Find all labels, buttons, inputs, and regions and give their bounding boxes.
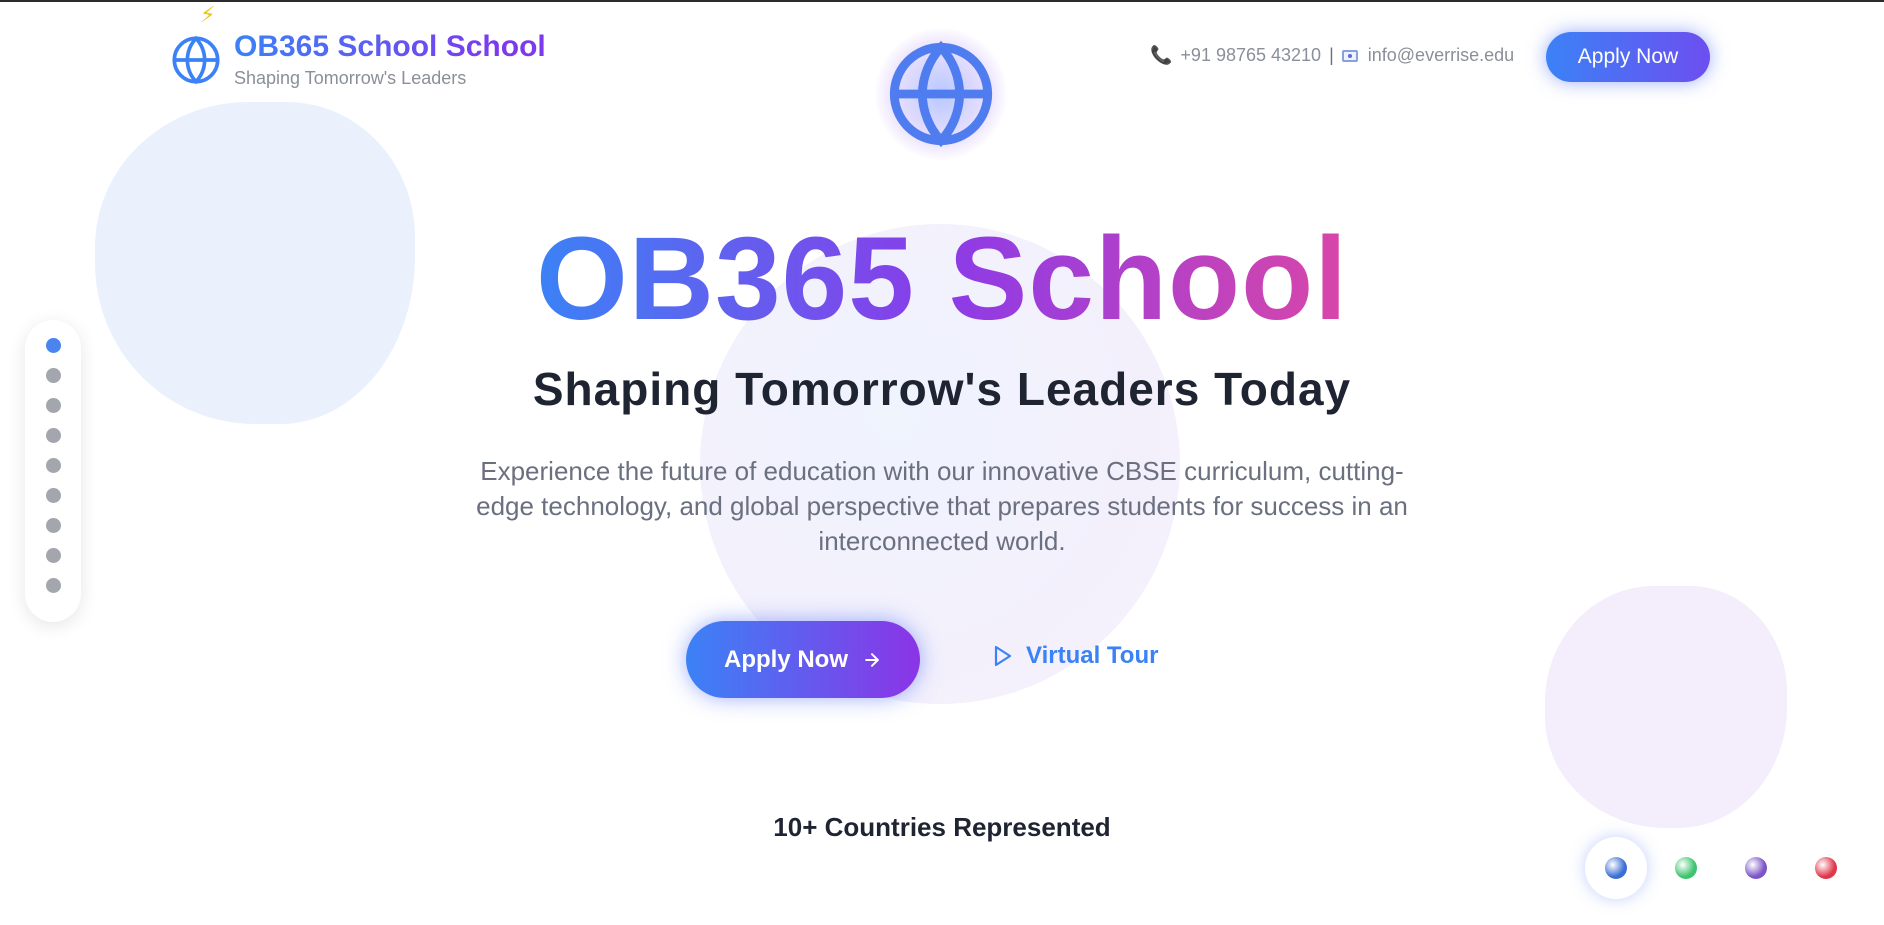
contact-email[interactable]: info@everrise.edu	[1368, 45, 1514, 66]
arrow-right-icon	[865, 652, 879, 667]
theme-color-button[interactable]	[1605, 857, 1627, 879]
header-apply-button[interactable]: Apply Now	[1546, 32, 1710, 82]
virtual-tour-button[interactable]: Virtual Tour	[990, 642, 1158, 670]
hero-description: Experience the future of education with …	[476, 456, 1408, 556]
theme-color-button[interactable]	[1815, 857, 1837, 879]
play-icon	[994, 645, 1012, 667]
virtual-tour-label: Virtual Tour	[1026, 642, 1159, 669]
section-dot[interactable]	[46, 458, 61, 473]
hero-apply-label: Apply Now	[724, 645, 848, 673]
hero-title: OB365 School	[535, 213, 1348, 345]
brand: OB365 School School Shaping Tomorrow's L…	[234, 30, 546, 89]
section-dot[interactable]	[46, 428, 61, 443]
brand-subtitle: Shaping Tomorrow's Leaders	[234, 68, 467, 88]
background-blob-right	[1545, 586, 1787, 828]
hero-globe-badge	[875, 28, 1007, 160]
theme-color-button[interactable]	[1675, 857, 1697, 879]
section-dot[interactable]	[46, 518, 61, 533]
mail-icon	[1341, 49, 1358, 62]
section-dot[interactable]	[46, 578, 61, 593]
contact-phone[interactable]: +91 98765 43210	[1180, 45, 1321, 66]
globe-icon	[889, 40, 993, 148]
hero-apply-button[interactable]: Apply Now	[686, 621, 920, 698]
contact-info: 📞 +91 98765 43210 | info@everrise.edu	[1150, 45, 1514, 66]
section-dot[interactable]	[46, 548, 61, 563]
section-dot[interactable]	[46, 488, 61, 503]
hero-subtitle: Shaping Tomorrow's Leaders Today	[532, 363, 1352, 415]
contact-separator: |	[1329, 45, 1334, 65]
theme-color-button[interactable]	[1745, 857, 1767, 879]
logo[interactable]: ⚡ OB365 School School Shaping Tomorrow's…	[170, 2, 546, 89]
bolt-icon: ⚡	[200, 2, 216, 27]
phone-icon: 📞	[1150, 45, 1173, 65]
brand-title: OB365 School School	[234, 30, 546, 63]
globe-icon	[172, 35, 220, 84]
stat-countries: 10+ Countries Represented	[773, 812, 1111, 842]
site-header: ⚡ OB365 School School Shaping Tomorrow's…	[0, 2, 1884, 160]
